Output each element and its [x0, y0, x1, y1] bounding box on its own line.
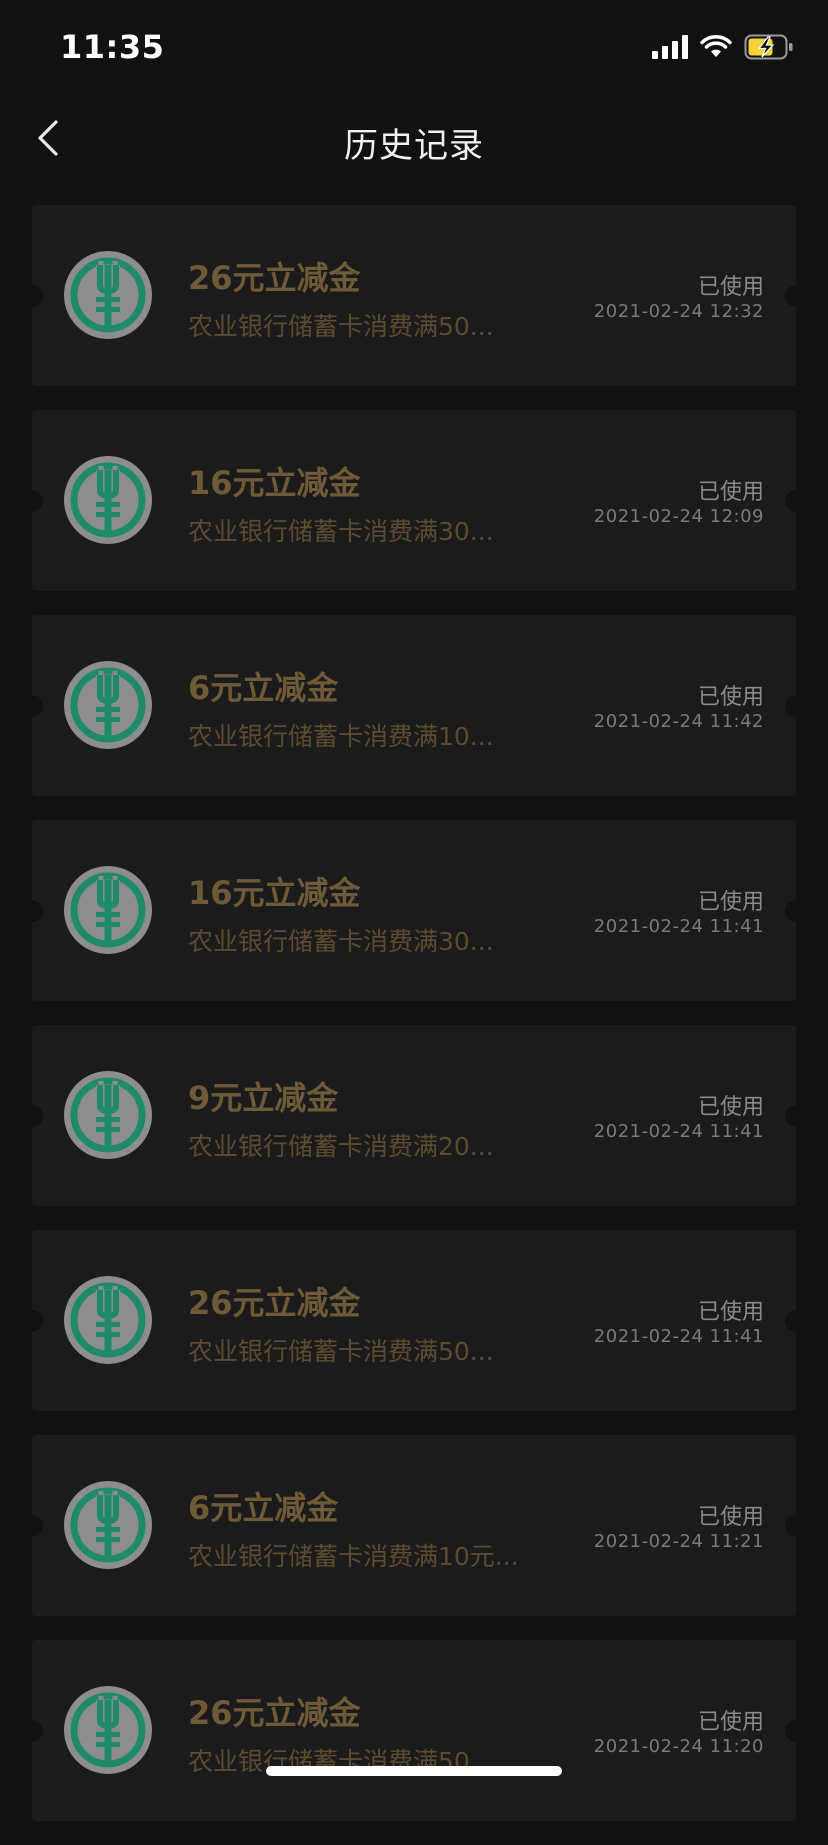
- cellular-signal-icon: [652, 35, 688, 63]
- coupon-amount: 26元立减金: [188, 1694, 361, 1732]
- coupon-description: 农业银行储蓄卡消费满50...: [188, 312, 494, 341]
- ticket-notch-right: [785, 1310, 796, 1332]
- record-card[interactable]: 16元立减金 农业银行储蓄卡消费满30... 已使用 2021-02-24 12…: [32, 410, 796, 591]
- status-bar: 11:35: [0, 0, 828, 100]
- status-badge: 已使用: [697, 1095, 764, 1120]
- history-list: 26元立减金 农业银行储蓄卡消费满50... 已使用 2021-02-24 12…: [32, 205, 796, 1845]
- record-card[interactable]: 26元立减金 农业银行储蓄卡消费满50... 已使用 2021-02-24 11…: [32, 1640, 796, 1821]
- record-card[interactable]: 26元立减金 农业银行储蓄卡消费满50... 已使用 2021-02-24 11…: [32, 1230, 796, 1411]
- ticket-notch-right: [785, 1720, 796, 1742]
- status-badge: 已使用: [697, 1505, 764, 1530]
- ticket-notch-left: [32, 1310, 43, 1332]
- status-icons: [652, 34, 794, 64]
- coupon-amount: 9元立减金: [188, 1079, 339, 1117]
- abc-bank-logo-icon: [64, 1686, 152, 1774]
- abc-bank-logo-icon: [64, 251, 152, 339]
- record-card[interactable]: 26元立减金 农业银行储蓄卡消费满50... 已使用 2021-02-24 12…: [32, 205, 796, 386]
- abc-bank-logo-icon: [64, 1071, 152, 1159]
- record-timestamp: 2021-02-24 11:42: [593, 711, 764, 732]
- record-timestamp: 2021-02-24 12:32: [593, 301, 764, 322]
- wifi-icon: [700, 35, 732, 63]
- coupon-description: 农业银行储蓄卡消费满30...: [188, 517, 494, 546]
- record-timestamp: 2021-02-24 11:21: [593, 1531, 764, 1552]
- coupon-amount: 6元立减金: [188, 1489, 339, 1527]
- coupon-amount: 16元立减金: [188, 874, 361, 912]
- coupon-description: 农业银行储蓄卡消费满20...: [188, 1132, 494, 1161]
- ticket-notch-right: [785, 285, 796, 307]
- record-timestamp: 2021-02-24 11:41: [593, 916, 764, 937]
- abc-bank-logo-icon: [64, 866, 152, 954]
- ticket-notch-left: [32, 285, 43, 307]
- coupon-description: 农业银行储蓄卡消费满50...: [188, 1337, 494, 1366]
- ticket-notch-right: [785, 900, 796, 922]
- ticket-notch-right: [785, 695, 796, 717]
- record-timestamp: 2021-02-24 11:41: [593, 1326, 764, 1347]
- status-badge: 已使用: [697, 275, 764, 300]
- ticket-notch-right: [785, 1105, 796, 1127]
- coupon-description: 农业银行储蓄卡消费满30...: [188, 927, 494, 956]
- coupon-amount: 26元立减金: [188, 1284, 361, 1322]
- navigation-bar: 历史记录: [0, 100, 828, 180]
- status-time: 11:35: [60, 28, 165, 66]
- coupon-amount: 16元立减金: [188, 464, 361, 502]
- ticket-notch-left: [32, 1720, 43, 1742]
- record-timestamp: 2021-02-24 11:20: [593, 1736, 764, 1757]
- battery-charging-icon: [744, 34, 794, 64]
- home-indicator[interactable]: [266, 1766, 562, 1776]
- coupon-description: 农业银行储蓄卡消费满10...: [188, 722, 494, 751]
- abc-bank-logo-icon: [64, 661, 152, 749]
- coupon-amount: 6元立减金: [188, 669, 339, 707]
- ticket-notch-left: [32, 1105, 43, 1127]
- status-badge: 已使用: [697, 1300, 764, 1325]
- coupon-amount: 26元立减金: [188, 259, 361, 297]
- ticket-notch-right: [785, 1515, 796, 1537]
- record-timestamp: 2021-02-24 12:09: [593, 506, 764, 527]
- abc-bank-logo-icon: [64, 1481, 152, 1569]
- coupon-description: 农业银行储蓄卡消费满10元...: [188, 1542, 519, 1571]
- status-badge: 已使用: [697, 1710, 764, 1735]
- ticket-notch-left: [32, 1515, 43, 1537]
- record-card[interactable]: 6元立减金 农业银行储蓄卡消费满10... 已使用 2021-02-24 11:…: [32, 615, 796, 796]
- record-card[interactable]: 16元立减金 农业银行储蓄卡消费满30... 已使用 2021-02-24 11…: [32, 820, 796, 1001]
- ticket-notch-left: [32, 900, 43, 922]
- page-title: 历史记录: [344, 126, 484, 166]
- record-card[interactable]: 9元立减金 农业银行储蓄卡消费满20... 已使用 2021-02-24 11:…: [32, 1025, 796, 1206]
- record-timestamp: 2021-02-24 11:41: [593, 1121, 764, 1142]
- status-badge: 已使用: [697, 480, 764, 505]
- abc-bank-logo-icon: [64, 1276, 152, 1364]
- record-card[interactable]: 6元立减金 农业银行储蓄卡消费满10元... 已使用 2021-02-24 11…: [32, 1435, 796, 1616]
- status-badge: 已使用: [697, 685, 764, 710]
- ticket-notch-left: [32, 695, 43, 717]
- abc-bank-logo-icon: [64, 456, 152, 544]
- ticket-notch-left: [32, 490, 43, 512]
- ticket-notch-right: [785, 490, 796, 512]
- status-badge: 已使用: [697, 890, 764, 915]
